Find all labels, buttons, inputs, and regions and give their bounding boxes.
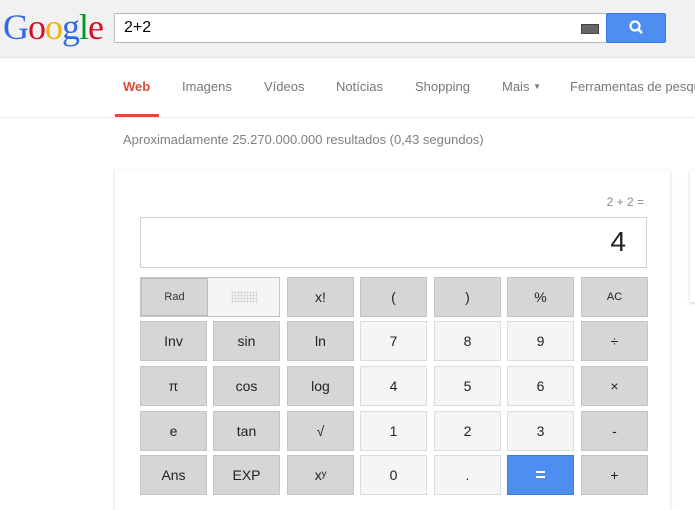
tab-shopping[interactable]: Shopping — [415, 79, 470, 94]
tab-more[interactable]: Mais ▼ — [502, 79, 541, 94]
calc-display: 4 — [140, 217, 647, 268]
keyboard-icon[interactable] — [581, 24, 599, 34]
calc-key[interactable]: × — [581, 366, 648, 406]
calc-key[interactable]: 3 — [507, 411, 574, 451]
nav-tabs: Web Imagens Vídeos Notícias Shopping Mai… — [0, 58, 695, 118]
calc-key[interactable]: tan — [213, 411, 280, 451]
active-tab-indicator — [115, 114, 159, 117]
calc-key[interactable]: ÷ — [581, 321, 648, 361]
tab-more-label: Mais — [502, 79, 530, 94]
header: Google — [0, 0, 695, 58]
calc-key[interactable]: = — [507, 455, 574, 495]
calc-key[interactable]: ln — [287, 321, 354, 361]
search-input[interactable] — [115, 14, 555, 42]
calc-key[interactable]: √ — [287, 411, 354, 451]
calc-key[interactable]: x! — [287, 277, 354, 317]
calc-key[interactable]: 9 — [507, 321, 574, 361]
calc-key[interactable]: Ans — [140, 455, 207, 495]
calc-key[interactable]: 4 — [360, 366, 427, 406]
calc-expression: 2 + 2 = — [606, 195, 644, 209]
deg-placeholder[interactable] — [231, 291, 257, 303]
calc-key[interactable]: . — [434, 455, 501, 495]
calc-key[interactable]: 1 — [360, 411, 427, 451]
calc-key[interactable]: AC — [581, 277, 648, 317]
calc-key[interactable]: 5 — [434, 366, 501, 406]
search-button[interactable] — [606, 13, 666, 43]
calc-key[interactable]: sin — [213, 321, 280, 361]
calc-key[interactable]: π — [140, 366, 207, 406]
side-card — [690, 170, 695, 302]
google-logo[interactable]: Google — [3, 6, 104, 48]
calc-key[interactable]: ( — [360, 277, 427, 317]
rad-deg-toggle[interactable]: Rad — [140, 277, 280, 317]
calc-key[interactable]: EXP — [213, 455, 280, 495]
calc-key[interactable]: cos — [213, 366, 280, 406]
calculator-card: 2 + 2 = 4 Rad x!()% AC Inv sin ln 7 8 9 ÷ π cos log… — [115, 170, 670, 510]
tab-images[interactable]: Imagens — [182, 79, 232, 94]
calc-key[interactable]: 8 — [434, 321, 501, 361]
search-box — [114, 13, 607, 43]
rad-button[interactable]: Rad — [141, 278, 208, 316]
search-icon — [629, 20, 643, 34]
calc-key[interactable]: + — [581, 455, 648, 495]
tab-news[interactable]: Notícias — [336, 79, 383, 94]
calc-key[interactable]: 6 — [507, 366, 574, 406]
calc-key[interactable]: - — [581, 411, 648, 451]
calc-key[interactable]: Inv — [140, 321, 207, 361]
calc-key[interactable]: e — [140, 411, 207, 451]
result-stats: Aproximadamente 25.270.000.000 resultado… — [123, 132, 484, 147]
calc-key[interactable]: 0 — [360, 455, 427, 495]
calc-key[interactable]: xʸ — [287, 455, 354, 495]
calc-key[interactable]: 2 — [434, 411, 501, 451]
tab-search-tools[interactable]: Ferramentas de pesqu — [570, 79, 695, 94]
calc-key[interactable]: log — [287, 366, 354, 406]
tab-videos[interactable]: Vídeos — [264, 79, 304, 94]
calc-key[interactable]: % — [507, 277, 574, 317]
calc-key[interactable]: ) — [434, 277, 501, 317]
calc-key[interactable]: 7 — [360, 321, 427, 361]
caret-down-icon: ▼ — [533, 82, 541, 91]
tab-web[interactable]: Web — [123, 79, 150, 94]
